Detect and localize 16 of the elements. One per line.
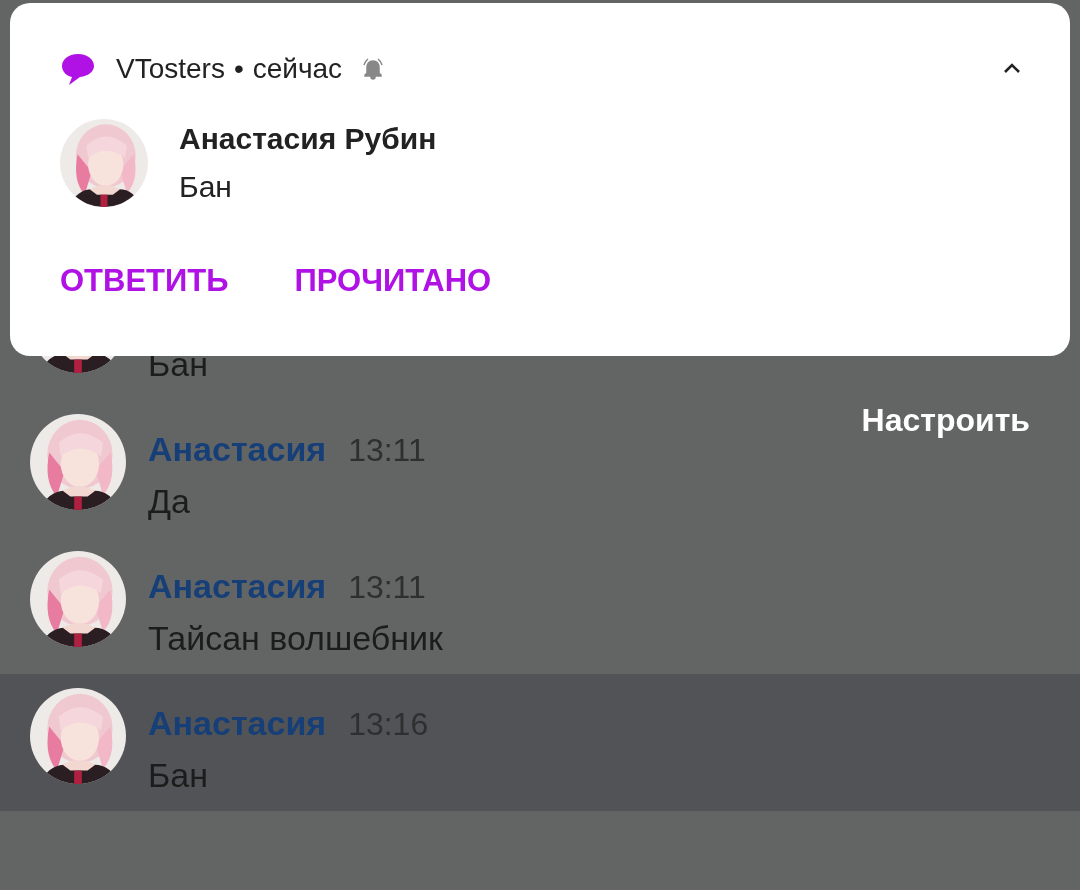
notification-time: сейчас bbox=[252, 53, 343, 85]
author-name: Анастасия bbox=[148, 566, 327, 606]
author-name: Анастасия bbox=[148, 429, 327, 469]
notification-toast[interactable]: VTosters • сейчас Анастасия Рубин Бан ОТВЕТИТЬ ПРОЧИТАНО bbox=[10, 3, 1070, 356]
message-text: Тайсан волшебник bbox=[148, 618, 443, 659]
chat-bubble-icon bbox=[60, 52, 96, 86]
action-button[interactable]: ОТВЕТИТЬ bbox=[60, 263, 229, 299]
message-text: Бан bbox=[148, 755, 209, 796]
message-text: Бан bbox=[179, 169, 233, 205]
sender-name: Анастасия Рубин bbox=[179, 121, 437, 157]
separator-dot: • bbox=[233, 53, 244, 85]
action-button[interactable]: ПРОЧИТАНО bbox=[294, 263, 492, 299]
settings-button[interactable]: Настроить bbox=[861, 400, 1030, 440]
author-name: Анастасия bbox=[148, 703, 327, 743]
app-name: VTosters bbox=[116, 53, 225, 85]
message-text: Да bbox=[148, 481, 191, 522]
